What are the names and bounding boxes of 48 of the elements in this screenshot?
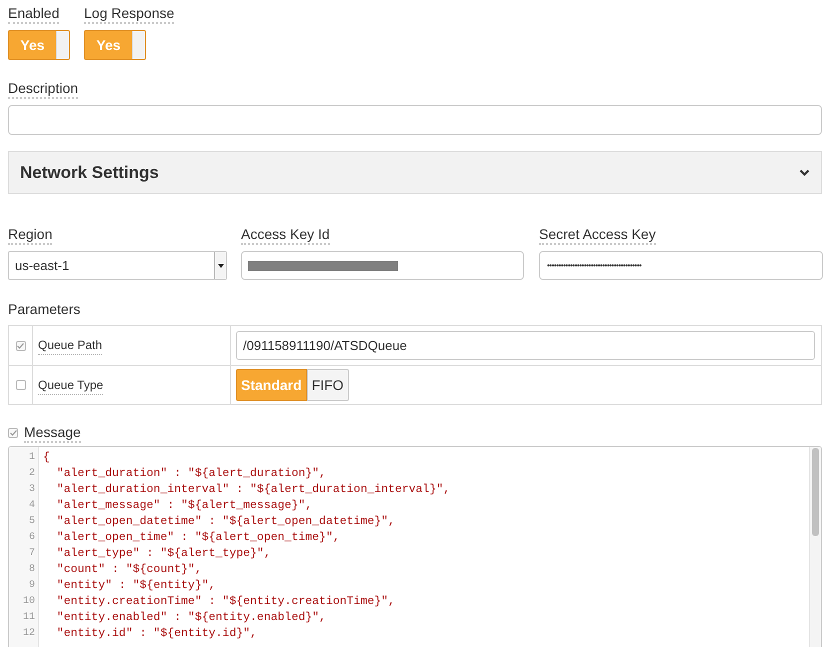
- line-number: 6: [28, 531, 35, 545]
- access-key-input[interactable]: [241, 251, 524, 280]
- code-line: "count" : "${count}",: [56, 562, 203, 578]
- queue-path-input[interactable]: /091158911190/ATSDQueue: [236, 331, 815, 360]
- queue-type-option[interactable]: FIFO: [306, 369, 349, 401]
- parameter-name: Queue Type: [38, 376, 104, 394]
- section-title: Network Settings: [20, 162, 159, 184]
- scrollbar-thumb[interactable]: [812, 448, 819, 536]
- code-line: "alert_message" : "${alert_message}",: [56, 498, 314, 514]
- code-line: "alert_open_datetime" : "${alert_open_datetime}",: [56, 514, 396, 530]
- code-editor[interactable]: [8, 446, 822, 647]
- description-input[interactable]: [8, 105, 822, 135]
- field-label: Secret Access Key: [539, 225, 656, 245]
- line-number: 9: [28, 579, 35, 593]
- code-line: "entity" : "${entity}",: [56, 578, 217, 594]
- code-line: "entity.creationTime" : "${entity.creationTime}",: [56, 594, 396, 610]
- code-line: "alert_duration" : "${alert_duration}",: [56, 466, 327, 482]
- section-label: Parameters: [8, 300, 82, 318]
- password-input[interactable]: •••••••••••••••••••••••••••••••••••••••••: [539, 251, 823, 280]
- line-number: 1: [28, 451, 35, 465]
- line-number: 7: [28, 547, 35, 561]
- code-line: "entity.enabled" : "${entity.enabled}",: [56, 610, 327, 626]
- line-number: 5: [28, 515, 35, 529]
- checkbox[interactable]: [16, 380, 26, 390]
- code-line: "entity.id" : "${entity.id}",: [56, 626, 258, 642]
- checkbox[interactable]: [16, 340, 26, 350]
- code-line: "alert_open_time" : "${alert_open_time}",: [56, 530, 341, 546]
- line-number: 2: [28, 467, 35, 481]
- field-label: Message: [24, 423, 81, 443]
- code-line: "alert_duration_interval" : "${alert_duration_interval}",: [56, 482, 452, 498]
- line-number: 12: [22, 627, 35, 641]
- region-select[interactable]: us-east-1: [8, 251, 227, 280]
- line-number: 4: [28, 499, 35, 513]
- line-number: 10: [22, 595, 35, 609]
- checkbox[interactable]: [8, 428, 18, 438]
- code-line: {: [43, 450, 51, 466]
- field-label: Region: [8, 225, 52, 245]
- field-label: Description: [8, 79, 78, 99]
- field-label: Enabled: [8, 4, 60, 24]
- chevron-down-icon: [799, 168, 810, 176]
- section-header[interactable]: Network Settings: [8, 151, 822, 194]
- field-label: Access Key Id: [241, 225, 330, 245]
- line-number: 11: [22, 611, 35, 625]
- line-number: 3: [28, 483, 35, 497]
- field-label: Log Response: [84, 4, 174, 24]
- parameter-name: Queue Path: [38, 336, 102, 355]
- line-number: 8: [28, 563, 35, 577]
- code-line: "alert_type" : "${alert_type}",: [56, 546, 272, 562]
